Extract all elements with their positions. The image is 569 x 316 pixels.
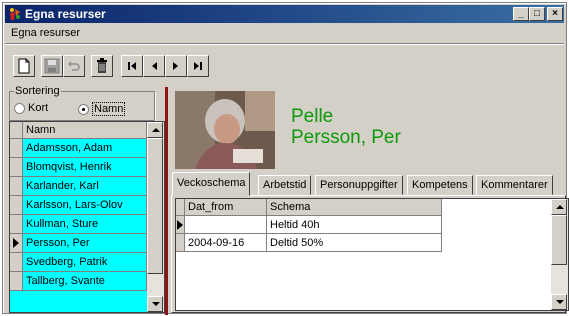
current-row-arrow-icon <box>13 238 19 248</box>
list-item[interactable]: Persson, Per <box>10 234 147 253</box>
window-title: Egna resurser <box>25 7 106 21</box>
person-first-name: Pelle <box>291 106 334 127</box>
scroll-down-button[interactable] <box>147 296 163 312</box>
list-item[interactable]: Karlsson, Lars-Olov <box>10 196 147 215</box>
app-window: Egna resurser _ □ × Egna resurser Sorter… <box>2 2 569 315</box>
minimize-button[interactable]: _ <box>513 7 529 21</box>
scroll-up-button[interactable] <box>551 199 567 215</box>
cell-schema[interactable]: Heltid 40h <box>267 216 442 234</box>
scroll-up-icon <box>152 128 160 132</box>
tab-veckoschema[interactable]: Veckoschema <box>172 172 251 196</box>
maximize-icon: □ <box>533 8 541 19</box>
schedule-indicator-header <box>176 199 185 216</box>
menu-egna-resurser[interactable]: Egna resurser <box>11 27 80 39</box>
tab-kompetens[interactable]: Kompetens <box>407 175 473 195</box>
list-item[interactable]: Kullman, Sture <box>10 215 147 234</box>
row-indicator[interactable] <box>10 253 23 272</box>
names-grid[interactable]: Namn Adamsson, Adam Blomqvist, Henrik Karl… <box>9 121 165 313</box>
cell-dat-from[interactable]: 2004-09-16 <box>185 234 267 252</box>
list-item[interactable]: Karlander, Karl <box>10 177 147 196</box>
person-full-name: Persson, Per <box>291 127 401 148</box>
name-cell[interactable]: Kullman, Sture <box>23 215 147 234</box>
list-item[interactable]: Blomqvist, Henrik <box>10 158 147 177</box>
close-button[interactable]: × <box>547 7 563 21</box>
column-header-namn[interactable]: Namn <box>23 122 147 139</box>
name-cell[interactable]: Tallberg, Svante <box>23 272 147 291</box>
row-indicator[interactable] <box>10 196 23 215</box>
panel-splitter[interactable] <box>165 87 168 315</box>
column-header-schema[interactable]: Schema <box>267 199 442 216</box>
menu-bar: Egna resurser <box>5 24 564 43</box>
row-indicator-header <box>10 122 23 139</box>
schedule-vertical-scrollbar[interactable] <box>551 199 568 310</box>
radio-circle-kort[interactable] <box>14 102 25 114</box>
sort-legend: Sortering <box>14 85 61 97</box>
row-indicator[interactable] <box>10 177 23 196</box>
next-record-icon <box>173 62 178 70</box>
next-record-button[interactable] <box>165 55 187 77</box>
scroll-down-button[interactable] <box>551 294 567 310</box>
name-cell[interactable]: Adamsson, Adam <box>23 139 147 158</box>
toolbar <box>5 43 564 85</box>
row-indicator[interactable] <box>10 139 23 158</box>
tab-kommentarer[interactable]: Kommentarer <box>476 175 553 195</box>
previous-record-button[interactable] <box>143 55 165 77</box>
scroll-up-button[interactable] <box>147 122 163 138</box>
row-indicator[interactable] <box>176 216 185 234</box>
close-icon: × <box>552 8 558 19</box>
sort-group: Sortering Kort Namn <box>9 85 155 121</box>
last-record-icon <box>194 62 202 70</box>
list-item[interactable]: Adamsson, Adam <box>10 139 147 158</box>
minimize-icon: _ <box>518 8 524 19</box>
name-cell[interactable]: Karlsson, Lars-Olov <box>23 196 147 215</box>
tab-personuppgifter[interactable]: Personuppgifter <box>315 175 403 195</box>
scroll-down-icon <box>556 300 564 304</box>
undo-button[interactable] <box>63 55 85 77</box>
app-icon <box>10 8 20 20</box>
sort-namn-label: Namn <box>92 102 126 116</box>
row-indicator[interactable] <box>10 215 23 234</box>
radio-circle-namn[interactable] <box>78 103 89 115</box>
save-button[interactable] <box>41 55 63 77</box>
scroll-up-icon <box>556 205 564 209</box>
sort-kort-radio[interactable]: Kort <box>14 102 48 114</box>
name-cell[interactable]: Karlander, Karl <box>23 177 147 196</box>
new-document-icon <box>18 58 30 74</box>
undo-icon <box>68 61 80 71</box>
row-indicator[interactable] <box>10 272 23 291</box>
sort-kort-label: Kort <box>28 102 49 114</box>
current-row-arrow-icon <box>177 220 183 230</box>
cell-dat-from[interactable] <box>185 216 267 234</box>
scroll-down-icon <box>152 302 160 306</box>
first-record-icon <box>128 62 136 70</box>
sort-namn-radio[interactable]: Namn <box>78 102 126 116</box>
delete-button[interactable] <box>91 55 113 77</box>
scroll-thumb[interactable] <box>551 215 567 265</box>
previous-record-icon <box>152 62 157 70</box>
names-vertical-scrollbar[interactable] <box>147 122 164 312</box>
tab-arbetstid[interactable]: Arbetstid <box>258 175 312 195</box>
save-icon <box>44 58 60 74</box>
last-record-button[interactable] <box>187 55 209 77</box>
title-bar[interactable]: Egna resurser _ □ × <box>5 5 564 23</box>
maximize-button[interactable]: □ <box>529 7 545 21</box>
schedule-grid[interactable]: Dat_from Schema Heltid 40h 2004-09-16 De… <box>175 198 569 311</box>
name-cell[interactable]: Persson, Per <box>23 234 147 253</box>
person-photo <box>175 91 275 169</box>
name-cell[interactable]: Svedberg, Patrik <box>23 253 147 272</box>
delete-trash-icon <box>97 58 107 73</box>
cell-schema[interactable]: Deltid 50% <box>267 234 442 252</box>
name-cell[interactable]: Blomqvist, Henrik <box>23 158 147 177</box>
row-indicator[interactable] <box>176 234 185 252</box>
row-indicator[interactable] <box>10 234 23 253</box>
names-grid-header: Namn <box>10 122 147 139</box>
row-indicator[interactable] <box>10 158 23 177</box>
column-header-dat-from[interactable]: Dat_from <box>185 199 267 216</box>
scroll-thumb[interactable] <box>147 138 163 274</box>
list-item[interactable]: Svedberg, Patrik <box>10 253 147 272</box>
list-item[interactable]: Tallberg, Svante <box>10 272 147 291</box>
new-button[interactable] <box>13 55 35 77</box>
first-record-button[interactable] <box>121 55 143 77</box>
